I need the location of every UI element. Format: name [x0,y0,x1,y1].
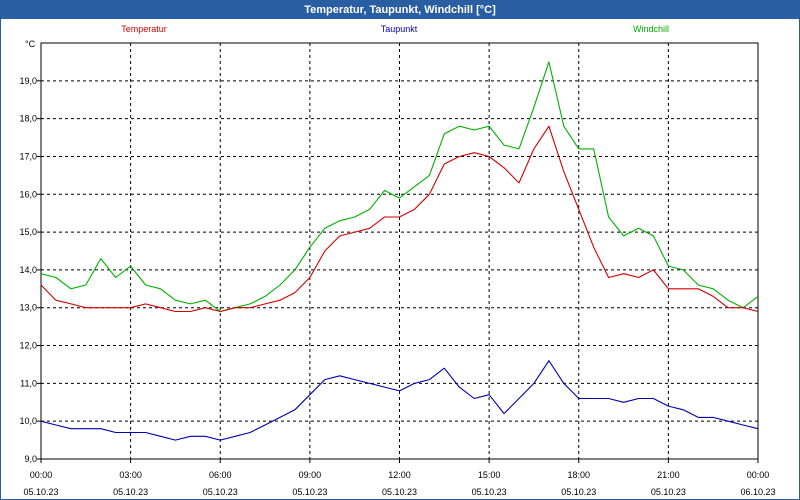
y-tick-label: 10,0 [19,416,37,426]
x-tick-date-label: 06.10.23 [740,487,775,497]
axes: 9,0 10,0 11,0 12,0 13,0 14,0 15,0 16,0 17,0 18,0 1… [19,39,775,497]
y-tick-label: 9,0 [24,454,37,464]
y-axis-unit: °C [25,39,36,49]
y-tick-label: 18,0 [19,114,37,124]
y-tick-label: 13,0 [19,303,37,313]
x-tick-time-label: 00:00 [747,470,770,480]
grid [41,43,758,459]
y-tick-label: 17,0 [19,151,37,161]
y-tick-label: 15,0 [19,227,37,237]
x-tick-time-label: 21:00 [657,470,680,480]
x-tick-time-label: 00:00 [30,470,53,480]
x-tick-time-label: 09:00 [299,470,322,480]
y-tick-label: 14,0 [19,265,37,275]
x-tick-date-label: 05.10.23 [113,487,148,497]
y-tick-label: 19,0 [19,76,37,86]
chart-window: Temperatur, Taupunkt, Windchill [°C] 9,0… [0,0,800,500]
x-tick-date-label: 05.10.23 [651,487,686,497]
x-tick-date-label: 05.10.23 [382,487,417,497]
legend-entry-temperatur: Temperatur [121,24,167,34]
legend: Temperatur Taupunkt Windchill [121,24,669,34]
y-tick-label: 11,0 [20,378,37,388]
x-tick-date-label: 05.10.23 [292,487,327,497]
chart-title: Temperatur, Taupunkt, Windchill [°C] [1,1,799,19]
legend-entry-taupunkt: Taupunkt [381,24,418,34]
x-tick-date-label: 05.10.23 [23,487,58,497]
y-tick-label: 16,0 [19,189,37,199]
x-tick-date-label: 05.10.23 [472,487,507,497]
x-tick-time-label: 15:00 [478,470,501,480]
x-tick-time-label: 18:00 [567,470,590,480]
legend-entry-windchill: Windchill [633,24,669,34]
x-tick-time-label: 03:00 [119,470,142,480]
x-tick-time-label: 06:00 [209,470,232,480]
y-tick-label: 12,0 [19,341,37,351]
x-tick-date-label: 05.10.23 [203,487,238,497]
x-tick-date-label: 05.10.23 [561,487,596,497]
series-lines [40,61,759,441]
line-chart: 9,0 10,0 11,0 12,0 13,0 14,0 15,0 16,0 17,0 18,0 1… [19,24,775,497]
x-tick-time-label: 12:00 [388,470,411,480]
